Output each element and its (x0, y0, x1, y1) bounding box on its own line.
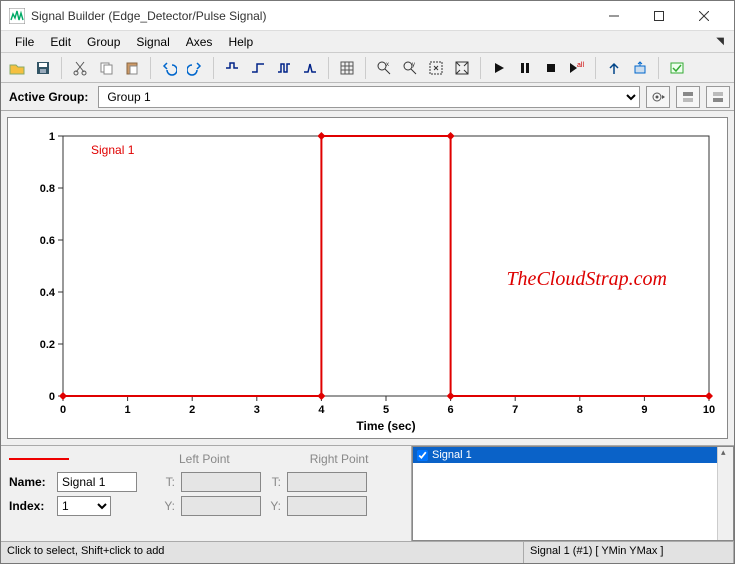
group-settings-icon[interactable] (646, 86, 670, 108)
svg-text:0.6: 0.6 (40, 235, 55, 247)
svg-text:8: 8 (577, 404, 583, 416)
right-point-label: Right Point (310, 452, 369, 466)
svg-text:x: x (386, 62, 389, 68)
svg-text:0.8: 0.8 (40, 183, 55, 195)
play-all-icon[interactable]: all (565, 56, 589, 80)
t-label-left: T: (161, 475, 175, 489)
step-signal-icon[interactable] (246, 56, 270, 80)
menu-edit[interactable]: Edit (42, 33, 79, 51)
menu-help[interactable]: Help (220, 33, 261, 51)
zoom-in-x-icon[interactable]: x (372, 56, 396, 80)
svg-text:2: 2 (189, 404, 195, 416)
svg-text:0.4: 0.4 (40, 287, 56, 299)
play-icon[interactable] (487, 56, 511, 80)
right-y-input[interactable] (287, 496, 367, 516)
menu-file[interactable]: File (7, 33, 42, 51)
paste-icon[interactable] (120, 56, 144, 80)
menu-axes[interactable]: Axes (178, 33, 221, 51)
svg-text:all: all (577, 62, 584, 69)
svg-text:7: 7 (512, 404, 518, 416)
minimize-button[interactable] (591, 2, 636, 30)
svg-text:4: 4 (318, 404, 325, 416)
docked-corner-icon[interactable]: ◥ (716, 36, 728, 47)
y-label-right: Y: (267, 499, 281, 513)
scrollbar[interactable] (717, 447, 733, 540)
signal-color-swatch (9, 458, 69, 460)
status-left: Click to select, Shift+click to add (1, 542, 524, 563)
copy-icon[interactable] (94, 56, 118, 80)
active-group-select[interactable]: Group 1 (98, 86, 640, 108)
svg-text:1: 1 (125, 404, 131, 416)
fit-view-icon[interactable] (450, 56, 474, 80)
svg-text:0: 0 (60, 404, 66, 416)
send-to-model-icon[interactable] (628, 56, 652, 80)
active-group-label: Active Group: (5, 90, 92, 104)
left-y-input[interactable] (181, 496, 261, 516)
undo-icon[interactable] (157, 56, 181, 80)
signal-list-item[interactable]: Signal 1 (413, 447, 733, 463)
left-point-label: Left Point (179, 452, 230, 466)
svg-text:10: 10 (703, 404, 715, 416)
open-icon[interactable] (5, 56, 29, 80)
index-label: Index: (9, 499, 51, 513)
signal-visible-checkbox[interactable] (417, 450, 428, 461)
save-icon[interactable] (31, 56, 55, 80)
menu-group[interactable]: Group (79, 33, 128, 51)
name-input[interactable] (57, 472, 137, 492)
grid-icon[interactable] (335, 56, 359, 80)
stop-icon[interactable] (539, 56, 563, 80)
index-select[interactable]: 1 (57, 496, 111, 516)
status-right: Signal 1 (#1) [ YMin YMax ] (524, 542, 734, 563)
move-group-down-icon[interactable] (706, 86, 730, 108)
signal-list-item-label: Signal 1 (432, 449, 472, 461)
verify-icon[interactable] (665, 56, 689, 80)
constant-signal-icon[interactable] (220, 56, 244, 80)
y-label-left: Y: (161, 499, 175, 513)
svg-text:0.2: 0.2 (40, 339, 55, 351)
triangle-signal-icon[interactable] (298, 56, 322, 80)
pulse-signal-icon[interactable] (272, 56, 296, 80)
menu-signal[interactable]: Signal (128, 33, 177, 51)
right-t-input[interactable] (287, 472, 367, 492)
plot-area[interactable]: 0 1 2 3 4 5 6 7 8 9 10 0 0.2 0.4 0.6 0.8 1 Time (sec) Sign… (7, 117, 728, 439)
cut-icon[interactable] (68, 56, 92, 80)
window-title: Signal Builder (Edge_Detector/Pulse Sign… (31, 9, 591, 23)
watermark-text: TheCloudStrap.com (506, 268, 667, 291)
zoom-in-y-icon[interactable]: y (398, 56, 422, 80)
svg-text:6: 6 (448, 404, 454, 416)
close-button[interactable] (681, 2, 726, 30)
svg-text:3: 3 (254, 404, 260, 416)
redo-icon[interactable] (183, 56, 207, 80)
signal-list[interactable]: Signal 1 (412, 446, 734, 541)
zoom-xy-icon[interactable] (424, 56, 448, 80)
t-label-right: T: (267, 475, 281, 489)
name-label: Name: (9, 475, 51, 489)
left-t-input[interactable] (181, 472, 261, 492)
export-up-icon[interactable] (602, 56, 626, 80)
svg-text:Time (sec): Time (sec) (356, 419, 415, 433)
maximize-button[interactable] (636, 2, 681, 30)
pause-icon[interactable] (513, 56, 537, 80)
svg-text:5: 5 (383, 404, 389, 416)
svg-text:Signal 1: Signal 1 (91, 143, 135, 157)
svg-text:9: 9 (641, 404, 647, 416)
svg-text:0: 0 (49, 391, 55, 403)
app-icon (9, 8, 25, 24)
svg-text:y: y (412, 62, 415, 68)
move-group-up-icon[interactable] (676, 86, 700, 108)
svg-text:1: 1 (49, 131, 55, 143)
